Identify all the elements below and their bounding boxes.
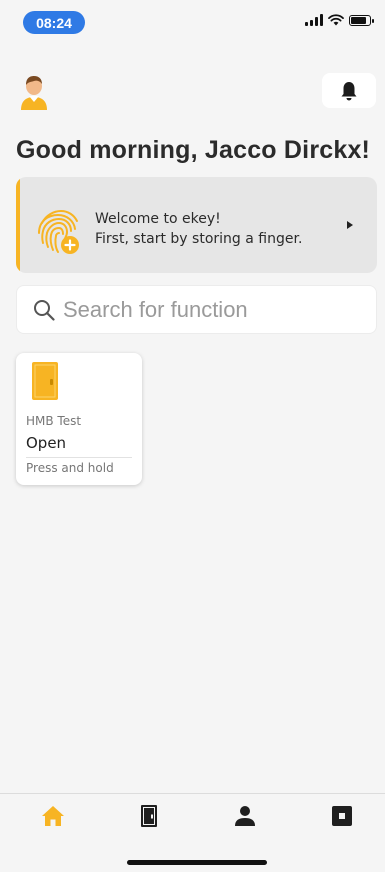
greeting-title: Good morning, Jacco Dirckx! xyxy=(16,136,371,164)
chevron-right-icon xyxy=(347,221,353,229)
square-icon xyxy=(332,806,352,826)
notifications-button[interactable] xyxy=(322,73,376,108)
home-icon xyxy=(42,806,64,826)
battery-fill xyxy=(351,16,367,24)
function-tile[interactable]: HMB Test Open Press and hold xyxy=(16,353,142,485)
door-icon xyxy=(32,362,58,400)
person-icon xyxy=(235,806,255,826)
status-icons xyxy=(305,14,374,26)
bell-icon xyxy=(341,81,357,100)
welcome-card-title: Welcome to ekey! xyxy=(95,211,221,227)
function-hint: Press and hold xyxy=(26,461,114,475)
function-action-label: Open xyxy=(26,434,67,452)
welcome-card[interactable]: Welcome to ekey! First, start by storing… xyxy=(16,177,377,273)
search-icon xyxy=(34,299,55,321)
cellular-signal-icon xyxy=(305,14,323,26)
welcome-card-text: Welcome to ekey! First, start by storing… xyxy=(95,209,302,249)
fingerprint-add-icon xyxy=(38,209,79,254)
user-avatar-icon[interactable] xyxy=(18,74,50,110)
search-bar[interactable] xyxy=(16,285,377,334)
battery-icon xyxy=(349,14,374,26)
nav-doors[interactable] xyxy=(136,804,162,828)
nav-home[interactable] xyxy=(40,804,66,828)
nav-users[interactable] xyxy=(232,804,258,828)
nav-devices[interactable] xyxy=(329,804,355,828)
wifi-icon xyxy=(328,14,344,26)
function-device-name: HMB Test xyxy=(26,414,82,428)
status-bar: 08:24 xyxy=(0,0,385,50)
tile-divider xyxy=(26,457,132,458)
door-icon xyxy=(141,805,157,827)
home-indicator[interactable] xyxy=(127,860,267,865)
welcome-card-accent xyxy=(16,177,20,273)
status-time[interactable]: 08:24 xyxy=(23,11,85,34)
welcome-card-subtitle: First, start by storing a finger. xyxy=(95,231,303,247)
search-input[interactable] xyxy=(63,296,343,323)
